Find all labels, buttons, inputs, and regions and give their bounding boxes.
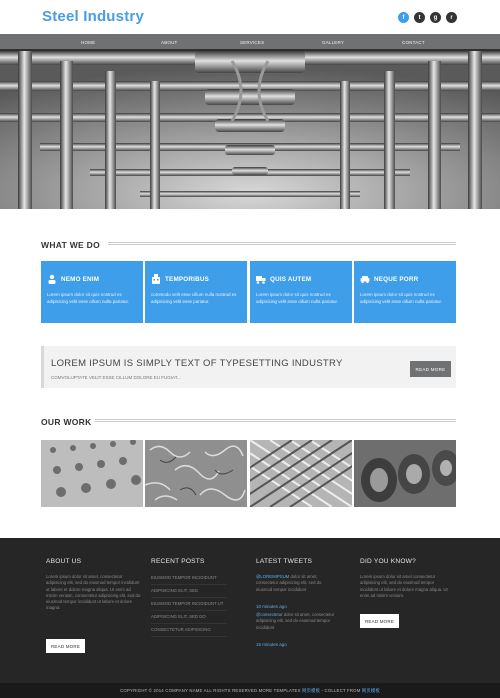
- tweet-handle[interactable]: @consectetur: [256, 612, 283, 617]
- work-image-wire-mesh[interactable]: [250, 440, 352, 507]
- banner-title: LOREM IPSUM IS SIMPLY TEXT OF TYPESETTIN…: [51, 358, 343, 369]
- footer-about-read-more-button[interactable]: READ MORE: [46, 639, 85, 653]
- car-icon: [360, 276, 370, 284]
- footer-tweets-heading: LATEST TWEETS: [256, 558, 313, 565]
- nav-item-contact[interactable]: CONTACT: [402, 40, 425, 45]
- service-box-title: QUIS AUTEM: [270, 276, 312, 283]
- tweet-time: 15 minutes ago: [256, 642, 287, 647]
- service-box[interactable]: QUIS AUTEM Lorem ipsum dolor sit quis no…: [250, 261, 352, 323]
- service-box[interactable]: NEQUE PORR Lorem ipsum dolor sit quis no…: [354, 261, 456, 323]
- tweet-time: 10 minutes ago: [256, 604, 287, 609]
- service-box-title: NEQUE PORR: [374, 276, 419, 283]
- hero-image-pipes: [0, 51, 500, 209]
- footer-recent-heading: RECENT POSTS: [151, 558, 205, 565]
- service-box-title: TEMPORIBUS: [165, 276, 209, 283]
- service-box-title: NEMO ENIM: [61, 276, 100, 283]
- service-box-text: Lorem ipsum dolor sit quis nostrud ex ad…: [256, 292, 339, 304]
- tweet-handle[interactable]: @LOREMIPSUM: [256, 574, 289, 579]
- footer-know-heading: DID YOU KNOW?: [360, 558, 416, 565]
- tweet: @consectetur dolor sit amet, consectetur…: [256, 612, 338, 631]
- site-logo[interactable]: Steel Industry: [42, 8, 144, 25]
- footer-know-read-more-button[interactable]: READ MORE: [360, 614, 399, 628]
- service-box-text: commodo velit esse cillum nulla nostrud …: [151, 292, 237, 304]
- recent-post-link[interactable]: ADIPISICING ELIT, SED DO: [151, 611, 227, 624]
- social-links: f t g r: [398, 12, 457, 23]
- service-box-text: Lorem ipsum dolor sit quis nostrud ex ad…: [360, 292, 443, 304]
- work-image-metal-shavings[interactable]: [145, 440, 247, 507]
- recent-post-link[interactable]: EIUSMOD TEMPOR INCIDIDUNT UT: [151, 598, 227, 611]
- work-image-steel-gears[interactable]: [354, 440, 456, 507]
- recent-post-link[interactable]: EIUSMOD TEMPOR INCIDIDUNT: [151, 572, 227, 585]
- recent-post-link[interactable]: ADIPISICING ELIT, SED: [151, 585, 227, 598]
- truck-icon: [256, 276, 266, 284]
- nav-item-home[interactable]: HOME: [81, 40, 95, 45]
- templates-link[interactable]: 网页模板: [302, 688, 320, 693]
- service-box[interactable]: NEMO ENIM Lorem ipsum dolor sit quis nos…: [41, 261, 143, 323]
- footer-know-text: Lorem ipsum dolor sit amet consectetur a…: [360, 574, 448, 598]
- banner-subtitle: COMVOLUPTATE VELIT ESSE CILLUM DOLORE EU…: [51, 375, 181, 380]
- footer-about-heading: ABOUT US: [46, 558, 82, 565]
- section-divider: [95, 419, 456, 422]
- copyright-bar: COPYRIGHT © 2014 COMPANY NAME ALL RIGHTS…: [0, 683, 500, 698]
- recent-post-link[interactable]: CONSECTETUR ADIPISICING: [151, 624, 227, 637]
- our-work-heading: OUR WORK: [41, 417, 92, 427]
- copyright-text: COPYRIGHT © 2014 COMPANY NAME ALL RIGHTS…: [120, 688, 380, 693]
- service-box-text: Lorem ipsum dolor sit quis nostrud ex ad…: [47, 292, 130, 304]
- recent-posts-list: EIUSMOD TEMPOR INCIDIDUNT ADIPISICING EL…: [151, 572, 227, 637]
- banner-read-more-button[interactable]: READ MORE: [410, 361, 451, 377]
- tweet: @LOREMIPSUM dolor sit amet, consectetur …: [256, 574, 338, 593]
- user-icon: [48, 274, 56, 284]
- nav-item-gallery[interactable]: GALLERY: [322, 40, 344, 45]
- site-header: Steel Industry f t g r: [0, 0, 500, 34]
- collect-link[interactable]: 网页模板: [362, 688, 380, 693]
- main-nav: HOME ABOUT SERVICES GALLERY CONTACT: [0, 34, 500, 51]
- twitter-icon[interactable]: t: [414, 12, 425, 23]
- google-plus-icon[interactable]: g: [430, 12, 441, 23]
- promo-banner: LOREM IPSUM IS SIMPLY TEXT OF TYPESETTIN…: [41, 346, 456, 388]
- what-we-do-heading: WHAT WE DO: [41, 240, 101, 250]
- work-image-perforated-metal[interactable]: [41, 440, 143, 507]
- nav-item-services[interactable]: SERVICES: [240, 40, 264, 45]
- facebook-icon[interactable]: f: [398, 12, 409, 23]
- section-divider: [108, 242, 456, 245]
- building-icon: [152, 274, 160, 284]
- rss-icon[interactable]: r: [446, 12, 457, 23]
- service-box[interactable]: TEMPORIBUS commodo velit esse cillum nul…: [145, 261, 247, 323]
- industrial-pipes-image: [0, 51, 500, 209]
- footer-about-text: Lorem ipsum dolor sit amet, consectetur …: [46, 574, 141, 611]
- nav-item-about[interactable]: ABOUT: [161, 40, 178, 45]
